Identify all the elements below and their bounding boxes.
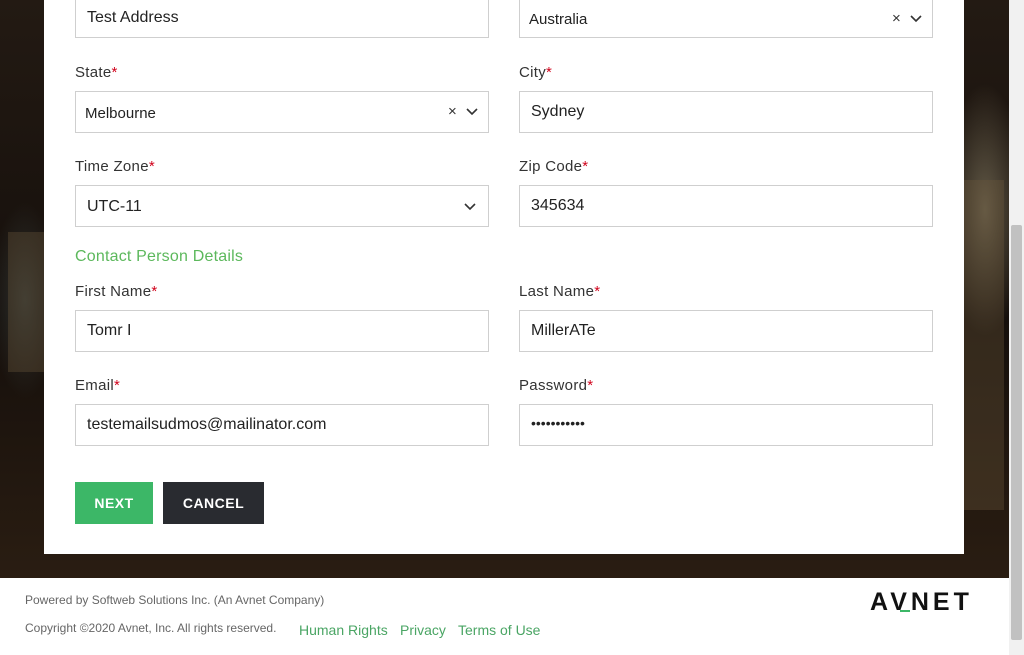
state-clear-icon[interactable]: ×: [448, 103, 457, 120]
last-name-value: MillerATe: [531, 322, 596, 339]
city-value: Sydney: [531, 103, 585, 120]
chevron-down-icon[interactable]: [909, 12, 923, 26]
powered-by-text: Powered by Softweb Solutions Inc. (An Av…: [25, 593, 325, 607]
chevron-down-icon[interactable]: [463, 200, 477, 214]
avnet-logo-accent: [900, 610, 910, 612]
avnet-logo: AVNET: [870, 588, 973, 616]
last-name-field[interactable]: MillerATe: [519, 310, 933, 352]
country-value: Australia: [529, 11, 588, 28]
password-label: Password*: [519, 377, 594, 394]
password-value: •••••••••••: [531, 415, 585, 431]
background-shelf: [964, 180, 1004, 510]
email-field[interactable]: testemailsudmos@mailinator.com: [75, 404, 489, 446]
next-button[interactable]: NEXT: [75, 482, 153, 524]
city-label: City*: [519, 64, 553, 81]
footer-link-terms[interactable]: Terms of Use: [458, 622, 540, 638]
timezone-value: UTC-11: [87, 198, 142, 215]
address-value: Test Address: [87, 9, 179, 26]
zip-label: Zip Code*: [519, 158, 589, 175]
cancel-button[interactable]: CANCEL: [163, 482, 264, 524]
registration-form-card: [44, 0, 964, 554]
state-select[interactable]: Melbourne ×: [75, 91, 489, 133]
email-value: testemailsudmos@mailinator.com: [87, 416, 327, 433]
last-name-label: Last Name*: [519, 283, 601, 300]
footer-link-human-rights[interactable]: Human Rights: [299, 622, 388, 638]
first-name-field[interactable]: Tomr I: [75, 310, 489, 352]
footer-link-privacy[interactable]: Privacy: [400, 622, 446, 638]
state-value: Melbourne: [85, 105, 156, 122]
contact-section-title: Contact Person Details: [75, 248, 244, 265]
chevron-down-icon[interactable]: [465, 105, 479, 119]
timezone-select[interactable]: UTC-11: [75, 185, 489, 227]
address-field[interactable]: Test Address: [75, 0, 489, 38]
background-shelf: [8, 232, 44, 372]
zip-value: 345634: [531, 197, 585, 214]
country-select[interactable]: Australia ×: [519, 0, 933, 38]
country-clear-icon[interactable]: ×: [892, 10, 901, 27]
timezone-label: Time Zone*: [75, 158, 155, 175]
first-name-value: Tomr I: [87, 322, 132, 339]
page-footer: [0, 578, 1009, 655]
email-label: Email*: [75, 377, 121, 394]
city-field[interactable]: Sydney: [519, 91, 933, 133]
state-label: State*: [75, 64, 118, 81]
page-scrollbar[interactable]: [1009, 0, 1024, 655]
zip-field[interactable]: 345634: [519, 185, 933, 227]
password-field[interactable]: •••••••••••: [519, 404, 933, 446]
first-name-label: First Name*: [75, 283, 158, 300]
scrollbar-thumb[interactable]: [1011, 225, 1022, 640]
copyright-text: Copyright ©2020 Avnet, Inc. All rights r…: [25, 621, 277, 635]
